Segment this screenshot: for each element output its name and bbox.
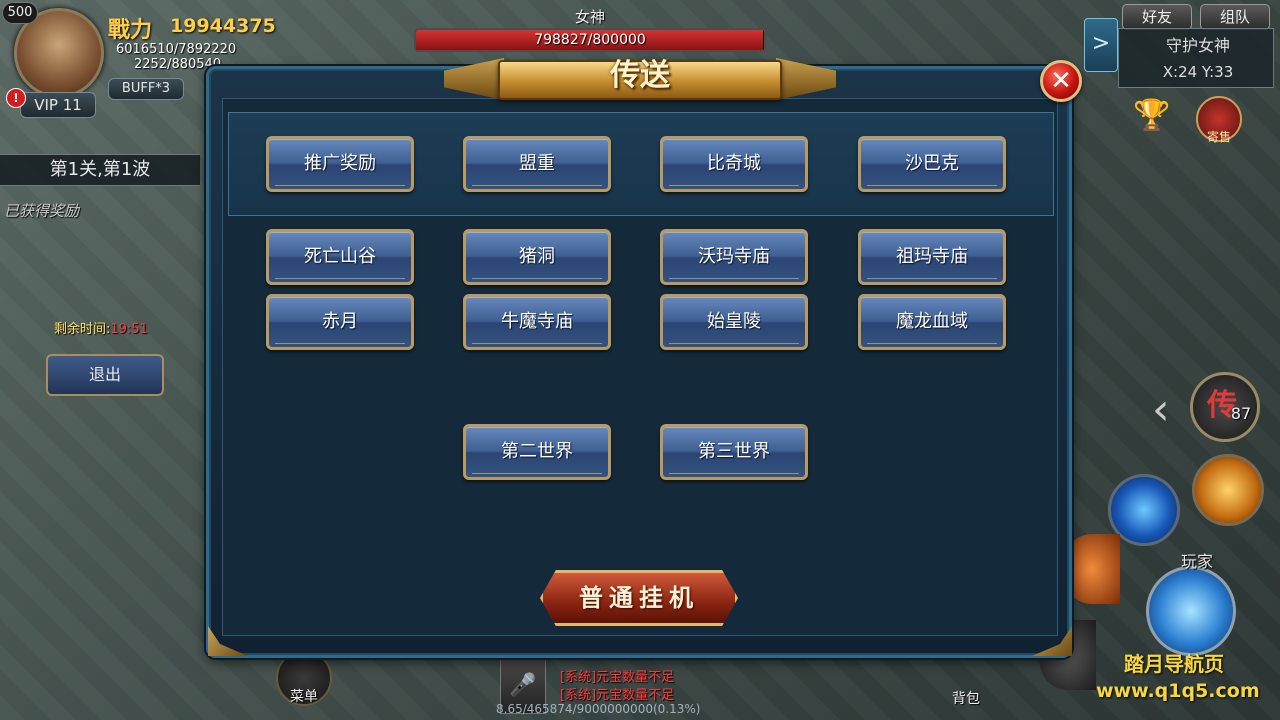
- map-name: 守护女神: [1165, 36, 1230, 55]
- reward-status-text: 已获得奖励: [4, 202, 80, 220]
- skill-slot-flame[interactable]: [1064, 534, 1120, 604]
- watermark-url: www.q1q5.com: [1096, 680, 1260, 702]
- consignment-icon[interactable]: 寄售: [1196, 96, 1242, 144]
- teleport-skill-count: 87: [1230, 404, 1252, 423]
- auto-hangup-button[interactable]: 普通挂机: [540, 570, 738, 626]
- destination-red-moon[interactable]: 赤月: [266, 294, 414, 350]
- player-target-label[interactable]: 玩家: [1172, 548, 1222, 572]
- remaining-time-label: 剩余时间:: [54, 322, 111, 337]
- combat-power-value: 19944375: [170, 15, 276, 37]
- destination-emperor-tomb[interactable]: 始皇陵: [660, 294, 808, 350]
- destination-pig-cave[interactable]: 猪洞: [463, 229, 611, 285]
- team-button[interactable]: 组队: [1200, 4, 1270, 30]
- destination-second-world[interactable]: 第二世界: [463, 424, 611, 480]
- destination-bull-demon-temple[interactable]: 牛魔寺庙: [463, 294, 611, 350]
- buff-badge[interactable]: BUFF*3: [108, 78, 184, 100]
- exit-button[interactable]: 退出: [46, 354, 164, 396]
- destination-promo-reward[interactable]: 推广奖励: [266, 136, 414, 192]
- destination-zuma-temple[interactable]: 祖玛寺庙: [858, 229, 1006, 285]
- destination-sabak[interactable]: 沙巴克: [858, 136, 1006, 192]
- vip-alert-icon: !: [6, 88, 26, 108]
- destination-third-world[interactable]: 第三世界: [660, 424, 808, 480]
- main-attack-button[interactable]: [1146, 566, 1236, 656]
- boss-name: 女神: [574, 8, 605, 26]
- destination-biqi-city[interactable]: 比奇城: [660, 136, 808, 192]
- minimap-toggle-button[interactable]: >: [1084, 18, 1118, 72]
- stage-wave-indicator: 第1关,第1波: [0, 154, 200, 186]
- remaining-time-value: 19:51: [110, 322, 148, 337]
- close-button[interactable]: ✕: [1040, 60, 1082, 102]
- experience-text: 8.65/465874/9000000000(0.13%): [496, 702, 701, 716]
- vip-badge[interactable]: VIP 11: [20, 92, 96, 118]
- watermark-title: 踏月导航页: [1124, 652, 1224, 676]
- destination-mengzhong[interactable]: 盟重: [463, 136, 611, 192]
- destination-dragon-blood-domain[interactable]: 魔龙血域: [858, 294, 1006, 350]
- consignment-label: 寄售: [1206, 130, 1231, 144]
- chat-line: [系统]元宝数量不足: [560, 670, 675, 685]
- collapse-arrow-icon[interactable]: ‹: [1152, 384, 1170, 435]
- menu-label[interactable]: 菜单: [276, 686, 332, 706]
- destination-death-valley[interactable]: 死亡山谷: [266, 229, 414, 285]
- bag-label[interactable]: 背包: [946, 688, 986, 708]
- player-hp-text: 6016510/7892220: [116, 42, 237, 57]
- combat-power-label: 戰力: [108, 17, 153, 43]
- chat-line: [系统]元宝数量不足: [560, 688, 675, 703]
- destination-woma-temple[interactable]: 沃玛寺庙: [660, 229, 808, 285]
- trophy-icon[interactable]: 🏆: [1132, 98, 1172, 142]
- map-coordinates: X:24 Y:33: [1162, 63, 1234, 81]
- remaining-time: 剩余时间:19:51: [54, 318, 148, 337]
- friends-button[interactable]: 好友: [1122, 4, 1192, 30]
- player-level-badge: 500: [2, 2, 38, 24]
- dialog-title: 传送: [610, 58, 670, 93]
- boss-hp-text: 798827/800000: [534, 32, 646, 48]
- skill-slot-fire[interactable]: [1192, 454, 1264, 526]
